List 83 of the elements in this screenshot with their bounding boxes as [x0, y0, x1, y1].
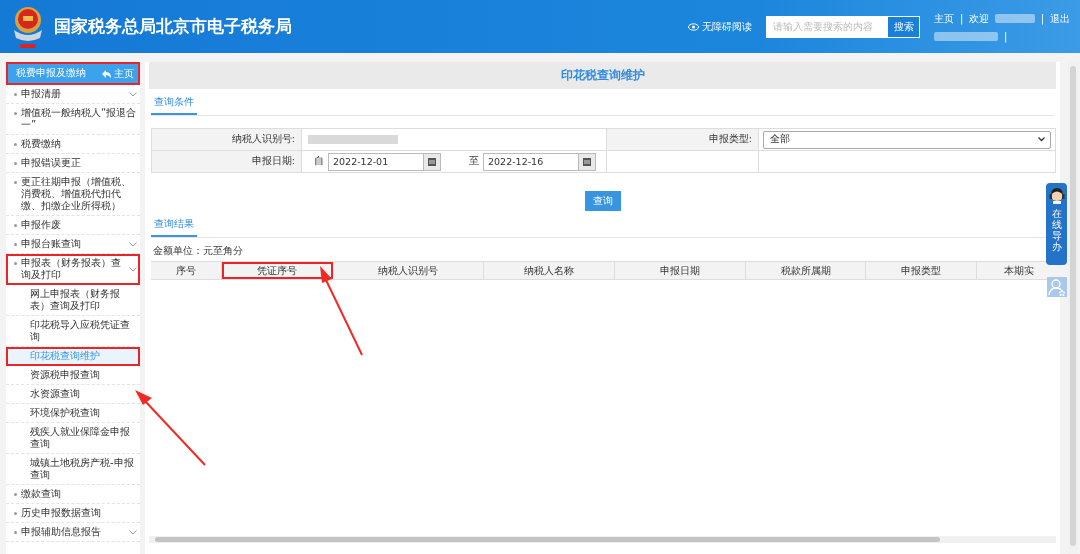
calendar-icon — [428, 157, 436, 166]
search-button[interactable]: 搜索 — [888, 16, 919, 37]
bullet-icon — [14, 224, 17, 227]
redacted-username — [995, 14, 1035, 23]
bullet-icon — [14, 512, 17, 515]
menu-label: 更正往期申报（增值税、消费税、增值税代扣代缴、扣缴企业所得税） — [21, 176, 132, 212]
column-header: 申报日期 — [615, 262, 746, 279]
calendar-icon — [583, 157, 591, 166]
column-header: 凭证序号 — [222, 262, 333, 279]
menu-label: 缴款查询 — [21, 488, 62, 500]
date-field[interactable]: 2022-12-16 — [483, 152, 596, 171]
date-from-label: 自 — [314, 155, 324, 168]
menu-label: 申报错误更正 — [21, 157, 82, 169]
column-header: 序号 — [151, 262, 222, 279]
page-title: 印花税查询维护 — [149, 62, 1056, 89]
column-header: 申报类型 — [866, 262, 977, 279]
bullet-icon — [14, 243, 17, 246]
chevron-icon — [129, 529, 137, 535]
submenu-item[interactable]: 资源税申报查询 — [6, 366, 140, 385]
date-to-label: 至 — [469, 155, 479, 168]
column-header: 税款所属期 — [746, 262, 866, 279]
conditions-tab[interactable]: 查询条件 — [151, 91, 197, 115]
chevron-icon — [129, 91, 137, 97]
bullet-icon — [14, 112, 17, 115]
chevron-icon — [129, 241, 137, 247]
sidebar-menu-item[interactable]: 申报清册 — [6, 85, 140, 104]
select-value: 全部 — [770, 133, 790, 146]
bullet-icon — [14, 93, 17, 96]
field-label: 申报日期: — [152, 151, 302, 172]
menu-label: 历史申报数据查询 — [21, 507, 102, 519]
sidebar-menu-item[interactable]: 申报表（财务报表）查询及打印 — [6, 254, 140, 285]
separator: | — [960, 13, 964, 24]
menu-label: 增值税一般纳税人“报退合一” — [21, 107, 137, 131]
calendar-button[interactable] — [578, 153, 595, 170]
field-label: 申报类型: — [607, 129, 759, 151]
bullet-icon — [14, 162, 17, 165]
avatar-icon — [1048, 186, 1065, 204]
unit-note: 金额单位：元至角分 — [153, 244, 243, 258]
bullet-icon — [14, 531, 17, 534]
bullet-icon — [14, 493, 17, 496]
sidebar-menu-item[interactable]: 申报台账查询 — [6, 235, 140, 254]
menu-label: 申报清册 — [21, 88, 62, 100]
user-icon[interactable] — [1047, 277, 1067, 297]
column-header: 纳税人名称 — [484, 262, 615, 279]
submenu-item[interactable]: 城镇土地税房产税-申报查询 — [6, 454, 140, 485]
column-header: 纳税人识别号 — [333, 262, 484, 279]
bullet-icon — [14, 181, 17, 184]
bullet-icon — [14, 143, 17, 146]
menu-label: 申报作废 — [21, 219, 62, 231]
sidebar-menu-item[interactable]: 申报辅助信息报告 — [6, 523, 140, 542]
submenu-item[interactable]: 残疾人就业保障金申报查询 — [6, 423, 140, 454]
separator: | — [1040, 13, 1044, 24]
site-title: 国家税务总局北京市电子税务局 — [54, 15, 293, 38]
menu-label: 申报辅助信息报告 — [21, 526, 102, 538]
calendar-button[interactable] — [423, 153, 440, 170]
sidebar-menu-item[interactable]: 缴款查询 — [6, 485, 140, 504]
menu-label: 税费缴纳 — [21, 138, 62, 150]
menu-label: 申报台账查询 — [21, 238, 82, 250]
online-guide-button[interactable]: 在线导办 — [1046, 183, 1067, 265]
separator: | — [1004, 30, 1008, 42]
search-field[interactable]: 请输入需要搜索的内容 搜索 — [766, 15, 920, 38]
redacted-username — [934, 31, 998, 41]
horizontal-scrollbar[interactable] — [149, 536, 1056, 543]
sidebar-menu-item[interactable]: 更正往期申报（增值税、消费税、增值税代扣代缴、扣缴企业所得税） — [6, 173, 140, 216]
eye-icon — [688, 22, 699, 31]
dropdown-caret-icon — [1038, 137, 1046, 142]
sidebar-menu-item[interactable]: 申报错误更正 — [6, 154, 140, 173]
sidebar-title: 税费申报及缴纳 — [16, 67, 86, 80]
sidebar-menu-item[interactable]: 增值税一般纳税人“报退合一” — [6, 104, 140, 135]
sidebar-menu-item[interactable]: 申报作废 — [6, 216, 140, 235]
results-tab[interactable]: 查询结果 — [151, 213, 197, 237]
bullet-icon — [14, 262, 17, 265]
sidebar-menu-item[interactable]: 历史申报数据查询 — [6, 504, 140, 523]
field-label: 纳税人识别号: — [152, 129, 302, 151]
chevron-icon — [129, 266, 137, 272]
accessibility-link[interactable]: 无障碍阅读 — [688, 19, 752, 34]
submenu-item[interactable]: 网上申报表（财务报表）查询及打印 — [6, 285, 140, 316]
type-select[interactable]: 全部 — [763, 130, 1051, 149]
submenu-item[interactable]: 环境保护税查询 — [6, 404, 140, 423]
sidebar-menu-item[interactable]: 税费缴纳 — [6, 135, 140, 154]
menu-label: 申报表（财务报表）查询及打印 — [21, 257, 122, 281]
date-field[interactable]: 2022-12-01 — [328, 152, 441, 171]
back-arrow-icon — [102, 69, 111, 78]
